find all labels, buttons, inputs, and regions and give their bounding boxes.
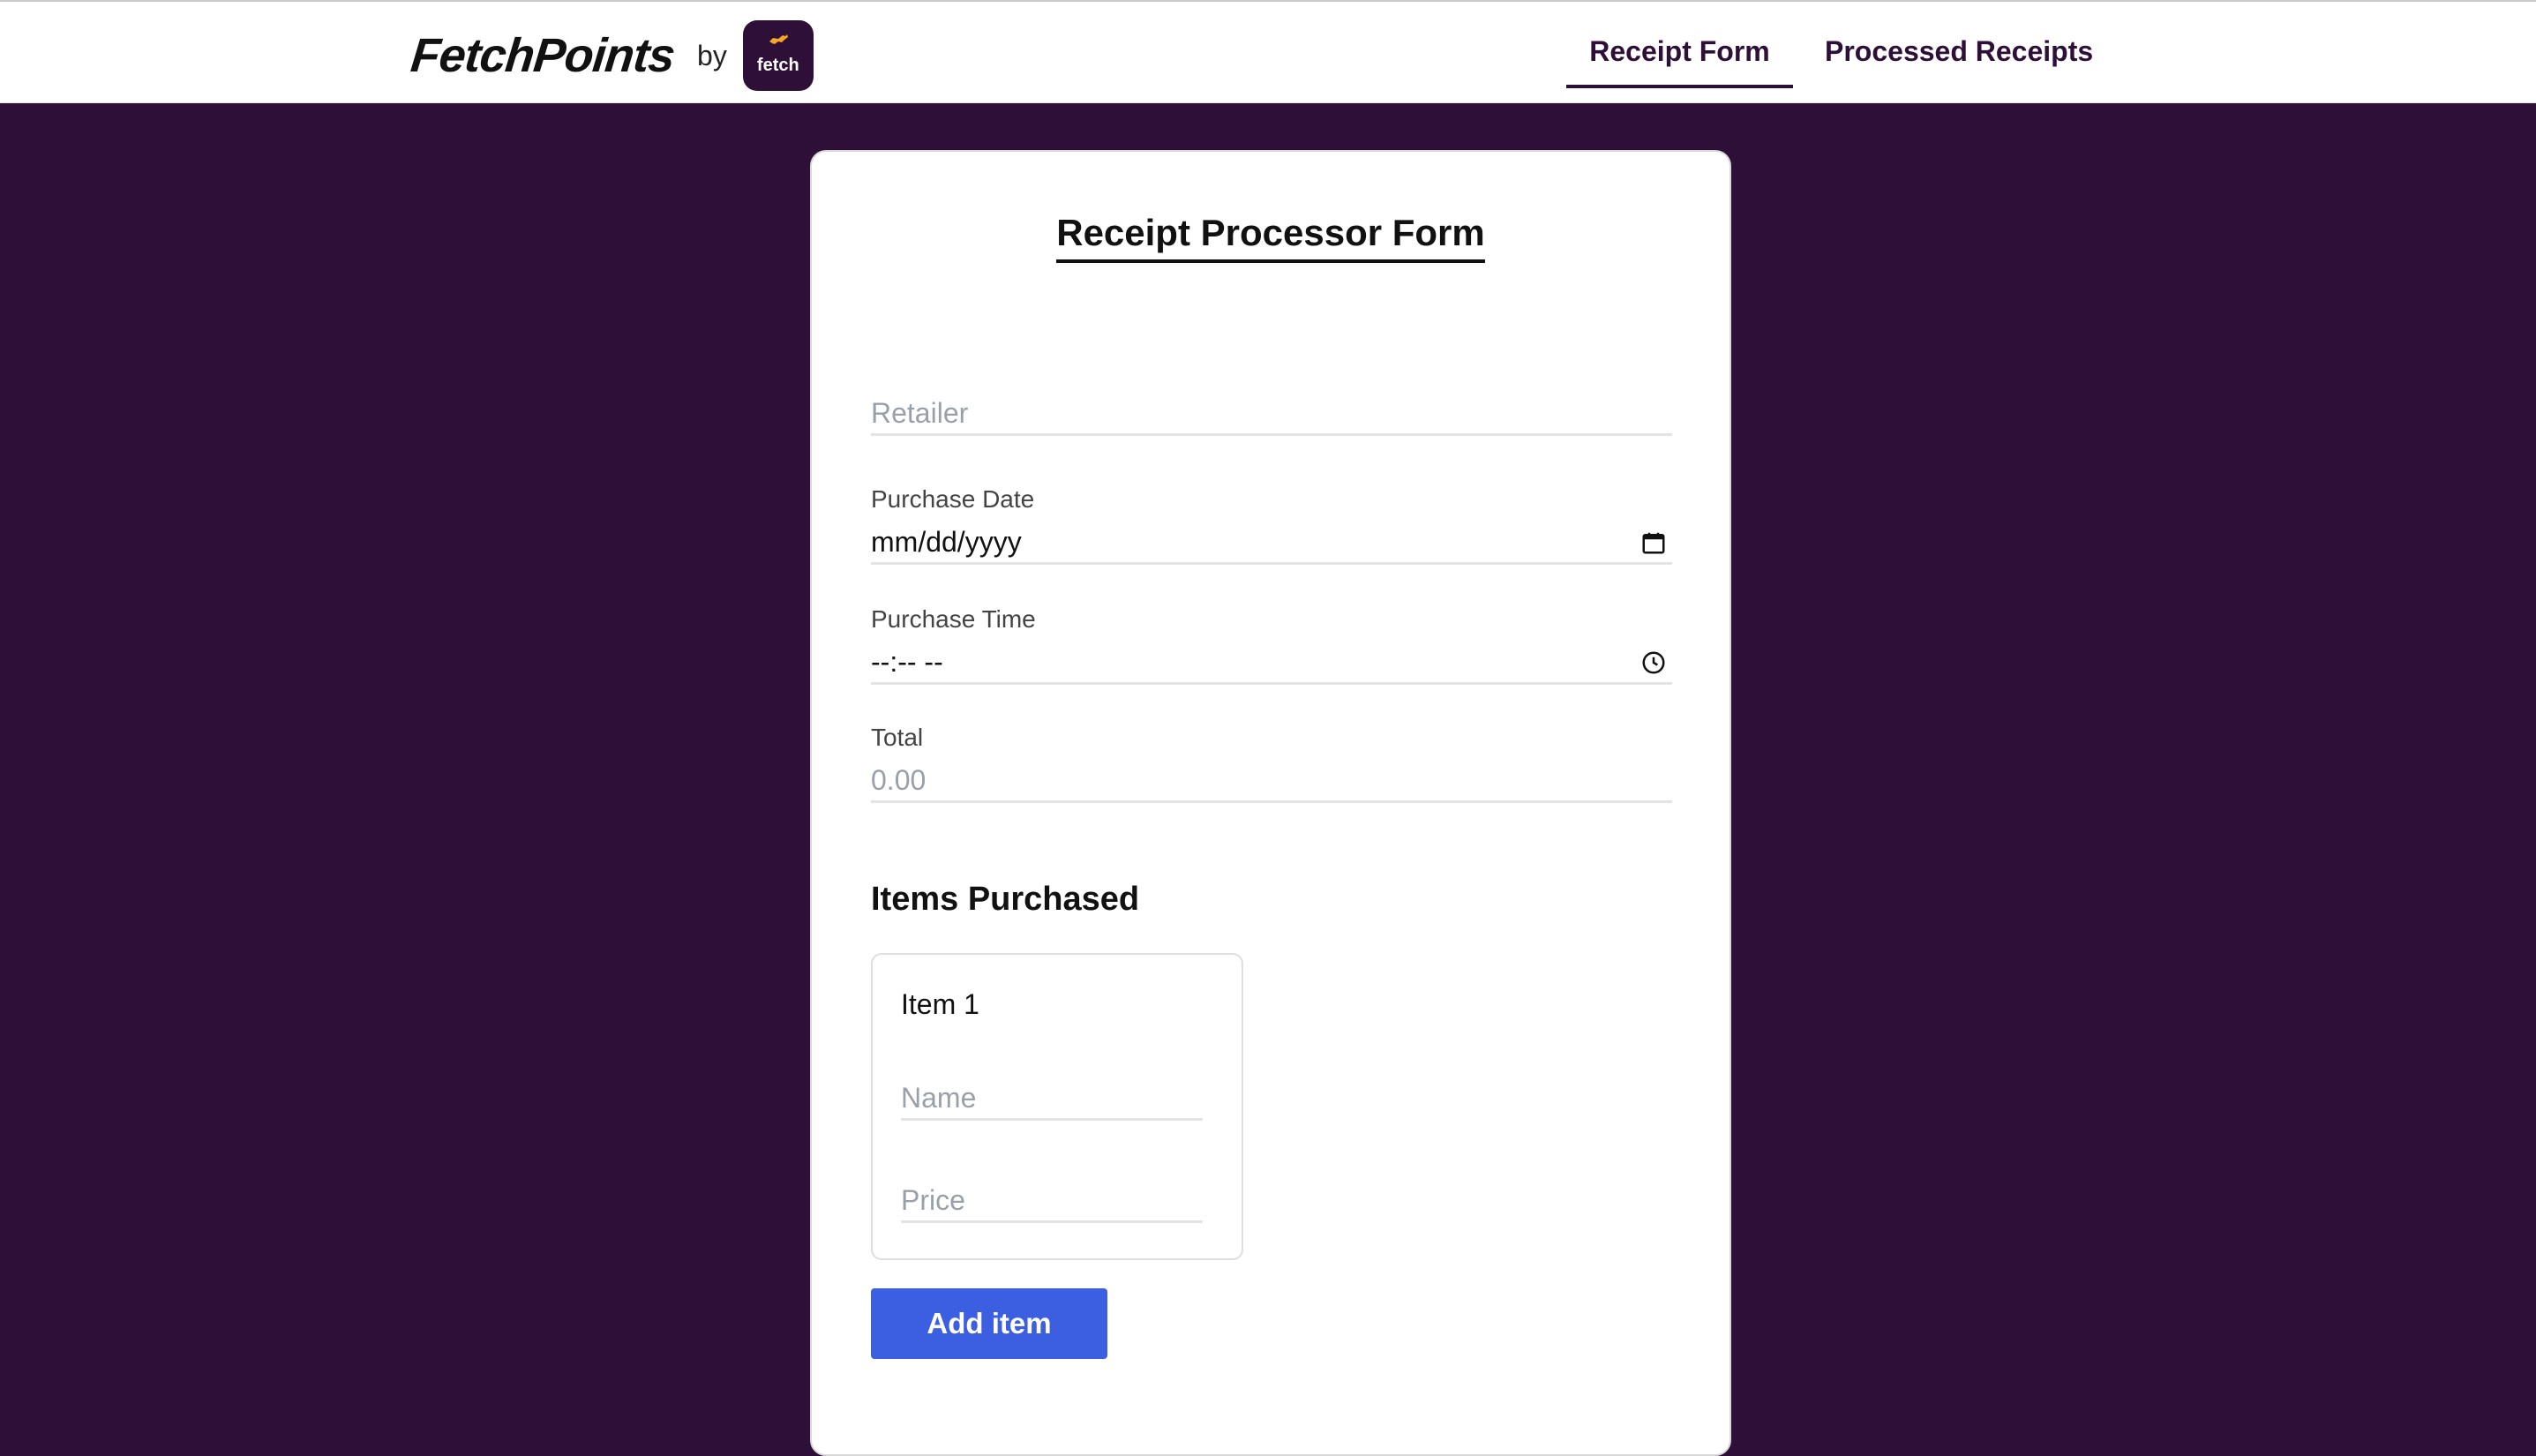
item-card: Item 1 Name Price (871, 953, 1243, 1260)
purchase-time-input[interactable]: --:-- -- (871, 642, 1672, 685)
purchase-time-field-group: Purchase Time --:-- -- (871, 605, 1672, 685)
total-field-group: Total 0.00 (871, 724, 1672, 803)
brand-by-text: by (697, 39, 727, 71)
item-name-input[interactable]: Name (901, 1078, 1203, 1121)
purchase-date-input[interactable]: mm/dd/yyyy (871, 522, 1672, 565)
fetch-badge-label: fetch (756, 56, 799, 75)
dog-icon (769, 34, 788, 44)
brand-logo[interactable]: FetchPoints by fetch (408, 20, 814, 91)
add-item-button[interactable]: Add item (871, 1288, 1107, 1359)
purchase-date-label: Purchase Date (871, 485, 1035, 513)
item-title: Item 1 (901, 988, 979, 1020)
tab-processed-receipts[interactable]: Processed Receipts (1825, 35, 2093, 88)
purchase-time-label: Purchase Time (871, 605, 1036, 633)
items-purchased-heading: Items Purchased (871, 881, 1140, 918)
total-label: Total (871, 724, 924, 751)
receipt-form-card: Receipt Processor Form Retailer Purchase… (810, 150, 1731, 1456)
purchase-time-value: --:-- -- (871, 646, 943, 678)
purchase-date-value: mm/dd/yyyy (871, 526, 1022, 558)
retailer-input[interactable]: Retailer (871, 394, 1672, 436)
brand-name: FetchPoints (408, 29, 678, 82)
form-title-wrapper: Receipt Processor Form (812, 212, 1729, 263)
purchase-date-field-group: Purchase Date mm/dd/yyyy (871, 485, 1672, 565)
total-input[interactable]: 0.00 (871, 761, 1672, 803)
fetch-logo-badge: fetch (742, 20, 814, 91)
form-title: Receipt Processor Form (1056, 212, 1485, 263)
calendar-icon[interactable] (1640, 529, 1667, 556)
item-price-input[interactable]: Price (901, 1181, 1203, 1223)
tab-receipt-form[interactable]: Receipt Form (1566, 35, 1793, 88)
top-navbar: FetchPoints by fetch Receipt Form Proces… (0, 0, 2536, 103)
clock-icon[interactable] (1640, 649, 1667, 676)
retailer-field-group: Retailer (871, 394, 1672, 436)
